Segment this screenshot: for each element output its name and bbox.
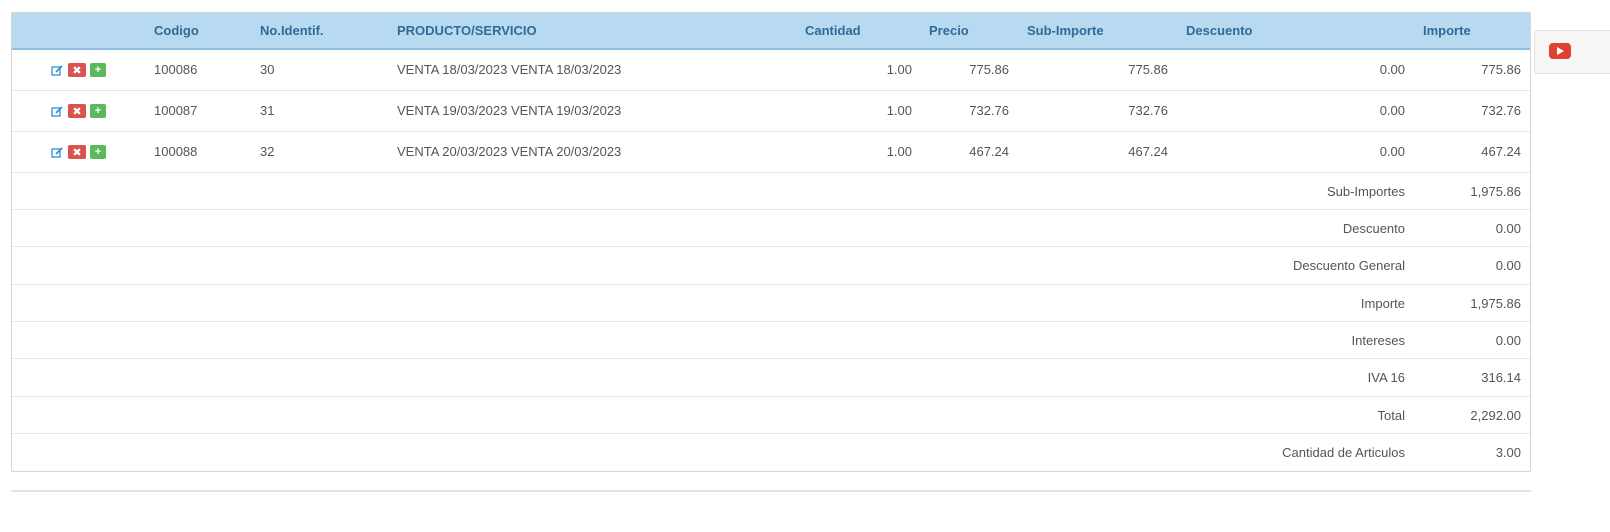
- cell-cantidad: 1.00: [886, 62, 912, 77]
- delete-icon: ✖: [72, 146, 82, 159]
- table-row: ✖ + 100086 30 VENTA 18/03/2023 VENTA 18/…: [12, 50, 1530, 91]
- row-actions: ✖ +: [50, 63, 106, 77]
- totals-row: IVA 16 316.14: [12, 359, 1530, 397]
- row-actions: ✖ +: [50, 104, 106, 118]
- youtube-tab[interactable]: [1534, 30, 1610, 74]
- totals-label: Sub-Importes: [1326, 184, 1405, 199]
- totals-value: 1,975.86: [1470, 184, 1521, 199]
- totals-row: Descuento General 0.00: [12, 247, 1530, 285]
- table-row: ✖ + 100087 31 VENTA 19/03/2023 VENTA 19/…: [12, 91, 1530, 132]
- cell-producto: VENTA 19/03/2023 VENTA 19/03/2023: [397, 103, 622, 118]
- totals-label: Importe: [1360, 296, 1405, 311]
- header-descuento[interactable]: Descuento: [1186, 23, 1252, 38]
- add-icon: +: [94, 105, 102, 117]
- row-actions: ✖ +: [50, 145, 106, 159]
- delete-button[interactable]: ✖: [68, 104, 86, 118]
- header-no-identif[interactable]: No.Identif.: [260, 23, 324, 38]
- cell-no-identif: 32: [260, 144, 275, 159]
- edit-icon[interactable]: [50, 63, 64, 77]
- delete-button[interactable]: ✖: [68, 63, 86, 77]
- totals-row: Sub-Importes 1,975.86: [12, 173, 1530, 210]
- totals-value: 2,292.00: [1470, 408, 1521, 423]
- add-button[interactable]: +: [90, 104, 106, 118]
- totals-label: Intereses: [1351, 333, 1405, 348]
- add-button[interactable]: +: [90, 63, 106, 77]
- delete-icon: ✖: [72, 105, 82, 118]
- cell-codigo: 100086: [154, 62, 198, 77]
- cell-sub-importe: 732.76: [1128, 103, 1168, 118]
- delete-icon: ✖: [72, 64, 82, 77]
- cell-descuento: 0.00: [1379, 144, 1405, 159]
- cell-codigo: 100088: [154, 144, 198, 159]
- totals-value: 3.00: [1495, 445, 1521, 460]
- cell-importe: 732.76: [1481, 103, 1521, 118]
- cell-no-identif: 30: [260, 62, 275, 77]
- cell-precio: 467.24: [969, 144, 1009, 159]
- header-importe[interactable]: Importe: [1423, 23, 1471, 38]
- header-cantidad[interactable]: Cantidad: [805, 23, 861, 38]
- totals-value: 0.00: [1495, 333, 1521, 348]
- header-sub-importe[interactable]: Sub-Importe: [1027, 23, 1104, 38]
- add-icon: +: [94, 64, 102, 76]
- cell-precio: 732.76: [969, 103, 1009, 118]
- bottom-divider: [11, 490, 1531, 492]
- cell-descuento: 0.00: [1379, 62, 1405, 77]
- cell-producto: VENTA 20/03/2023 VENTA 20/03/2023: [397, 144, 622, 159]
- totals-label: Total: [1377, 408, 1405, 423]
- totals-label: IVA 16: [1367, 370, 1405, 385]
- table-header: Codigo No.Identif. PRODUCTO/SERVICIO Can…: [12, 13, 1530, 50]
- cell-codigo: 100087: [154, 103, 198, 118]
- add-button[interactable]: +: [90, 145, 106, 159]
- table-row: ✖ + 100088 32 VENTA 20/03/2023 VENTA 20/…: [12, 132, 1530, 173]
- cell-cantidad: 1.00: [886, 103, 912, 118]
- cell-no-identif: 31: [260, 103, 275, 118]
- youtube-icon: [1549, 43, 1571, 59]
- cell-sub-importe: 467.24: [1128, 144, 1168, 159]
- products-table: Codigo No.Identif. PRODUCTO/SERVICIO Can…: [11, 12, 1531, 472]
- cell-precio: 775.86: [969, 62, 1009, 77]
- edit-icon[interactable]: [50, 145, 64, 159]
- totals-value: 1,975.86: [1470, 296, 1521, 311]
- header-precio[interactable]: Precio: [929, 23, 969, 38]
- totals-label: Descuento: [1342, 221, 1405, 236]
- cell-sub-importe: 775.86: [1128, 62, 1168, 77]
- edit-icon[interactable]: [50, 104, 64, 118]
- totals-label: Descuento General: [1292, 258, 1405, 273]
- totals-row: Intereses 0.00: [12, 322, 1530, 359]
- cell-importe: 775.86: [1481, 62, 1521, 77]
- totals-row: Descuento 0.00: [12, 210, 1530, 247]
- cell-descuento: 0.00: [1379, 103, 1405, 118]
- header-codigo[interactable]: Codigo: [154, 23, 199, 38]
- totals-label: Cantidad de Articulos: [1282, 445, 1405, 460]
- totals-row: Cantidad de Articulos 3.00: [12, 434, 1530, 470]
- totals-row: Total 2,292.00: [12, 397, 1530, 434]
- totals-row: Importe 1,975.86: [12, 285, 1530, 322]
- cell-producto: VENTA 18/03/2023 VENTA 18/03/2023: [397, 62, 622, 77]
- totals-value: 316.14: [1481, 370, 1521, 385]
- header-producto[interactable]: PRODUCTO/SERVICIO: [397, 23, 537, 38]
- totals-value: 0.00: [1495, 258, 1521, 273]
- cell-cantidad: 1.00: [886, 144, 912, 159]
- totals-value: 0.00: [1495, 221, 1521, 236]
- delete-button[interactable]: ✖: [68, 145, 86, 159]
- add-icon: +: [94, 146, 102, 158]
- cell-importe: 467.24: [1481, 144, 1521, 159]
